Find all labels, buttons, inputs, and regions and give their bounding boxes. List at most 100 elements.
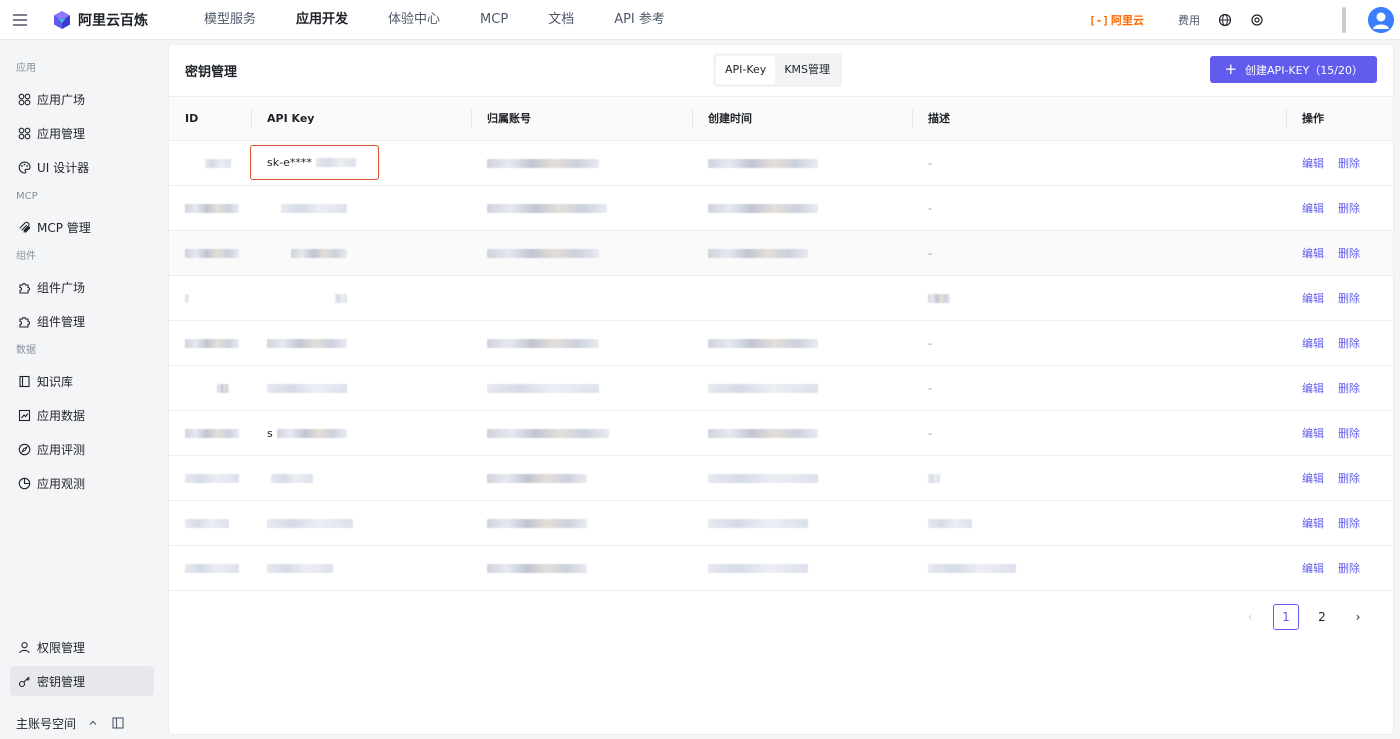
user-avatar[interactable] [1368, 7, 1394, 33]
cell-created [692, 321, 912, 366]
nav-experience-center[interactable]: 体验中心 [368, 0, 460, 40]
cell-api-key [251, 186, 471, 231]
cell-id [169, 186, 251, 231]
create-api-key-button[interactable]: + 创建API-KEY（15/20） [1210, 56, 1377, 83]
redacted-value [487, 563, 587, 573]
sidebar-item-app-eval[interactable]: 应用评测 [10, 434, 154, 464]
tab-api-key[interactable]: API-Key [716, 56, 776, 84]
nav-mcp[interactable]: MCP [460, 0, 528, 40]
redacted-value [267, 563, 333, 573]
edit-link[interactable]: 编辑 [1302, 335, 1324, 351]
fee-link[interactable]: 费用 [1178, 12, 1200, 28]
globe-icon[interactable] [1218, 13, 1232, 27]
delete-link[interactable]: 删除 [1338, 200, 1360, 216]
edit-link[interactable]: 编辑 [1302, 560, 1324, 576]
redacted-value [708, 428, 818, 438]
cell-created [692, 276, 912, 321]
tab-kms[interactable]: KMS管理 [775, 56, 839, 84]
page-1-button[interactable]: 1 [1273, 604, 1299, 630]
menu-icon[interactable] [0, 0, 40, 40]
delete-link[interactable]: 删除 [1338, 335, 1360, 351]
brand[interactable]: 阿里云百炼 [52, 10, 148, 30]
sidebar-item-ui-designer[interactable]: UI 设计器 [10, 152, 154, 182]
redacted-value [487, 248, 599, 258]
cell-account [471, 366, 692, 411]
edit-link[interactable]: 编辑 [1302, 245, 1324, 261]
sidebar-item-app-observe[interactable]: 应用观测 [10, 468, 154, 498]
edit-link[interactable]: 编辑 [1302, 155, 1324, 171]
cell-created [692, 141, 912, 186]
edit-link[interactable]: 编辑 [1302, 470, 1324, 486]
redacted-value [928, 293, 950, 303]
edit-link[interactable]: 编辑 [1302, 290, 1324, 306]
delete-link[interactable]: 删除 [1338, 470, 1360, 486]
delete-link[interactable]: 删除 [1338, 155, 1360, 171]
redacted-value [291, 248, 347, 258]
page-2-button[interactable]: 2 [1309, 604, 1335, 630]
cell-id [169, 321, 251, 366]
sidebar-collapse-icon[interactable] [112, 717, 124, 729]
redacted-value [487, 203, 607, 213]
nav-api-reference[interactable]: API 参考 [594, 0, 685, 40]
app-manage-icon [18, 127, 31, 139]
sidebar-item-comp-plaza[interactable]: 组件广场 [10, 272, 154, 302]
main-header: 密钥管理 API-Key KMS管理 + 创建API-KEY（15/20） [169, 45, 1393, 97]
col-desc: 描述 [912, 97, 1286, 141]
table-row: - 编辑 删除 [169, 366, 1393, 411]
prev-page-button[interactable]: ‹ [1237, 604, 1263, 630]
delete-link[interactable]: 删除 [1338, 290, 1360, 306]
delete-link[interactable]: 删除 [1338, 245, 1360, 261]
nav-app-dev[interactable]: 应用开发 [276, 0, 368, 40]
delete-link[interactable]: 删除 [1338, 425, 1360, 441]
delete-link[interactable]: 删除 [1338, 380, 1360, 396]
sidebar-item-app-plaza[interactable]: 应用广场 [10, 84, 154, 114]
cell-account [471, 231, 692, 276]
cell-id [169, 501, 251, 546]
redacted-value [487, 338, 599, 348]
sidebar-item-key-manage[interactable]: 密钥管理 [10, 666, 154, 696]
cell-id [169, 546, 251, 591]
nav-docs[interactable]: 文档 [528, 0, 594, 40]
workspace-name: 主账号空间 [16, 716, 77, 731]
redacted-value [205, 158, 231, 168]
sidebar-group-data: 数据 [16, 345, 36, 356]
page-title: 密钥管理 [185, 65, 238, 80]
api-key-highlight[interactable]: sk-e**** [250, 144, 379, 180]
cell-desc: - [928, 336, 932, 350]
sidebar-item-permission[interactable]: 权限管理 [10, 632, 154, 662]
delete-link[interactable]: 删除 [1338, 515, 1360, 531]
redacted-value [487, 383, 599, 393]
sidebar-item-app-manage[interactable]: 应用管理 [10, 118, 154, 148]
cell-account [471, 546, 692, 591]
aliyun-logo[interactable]: [-] 阿里云 [1089, 12, 1144, 28]
scrollbar-thumb[interactable] [1342, 7, 1346, 33]
puzzle-icon [19, 316, 30, 328]
edit-link[interactable]: 编辑 [1302, 425, 1324, 441]
col-api-key: API Key [251, 97, 471, 141]
sidebar-item-mcp-manage[interactable]: MCP 管理 [10, 212, 154, 242]
edit-link[interactable]: 编辑 [1302, 515, 1324, 531]
redacted-value [276, 428, 347, 438]
chevron-up-icon[interactable] [88, 718, 98, 728]
delete-link[interactable]: 删除 [1338, 560, 1360, 576]
redacted-value [185, 428, 239, 438]
settings-icon[interactable] [1250, 13, 1264, 27]
sidebar-item-knowledge[interactable]: 知识库 [10, 366, 154, 396]
cell-actions: 编辑 删除 [1286, 276, 1393, 321]
edit-link[interactable]: 编辑 [1302, 200, 1324, 216]
col-id: ID [185, 111, 199, 125]
sidebar-item-app-data[interactable]: 应用数据 [10, 400, 154, 430]
aliyun-logo-mark: [-] [1089, 13, 1109, 27]
nav-model-service[interactable]: 模型服务 [184, 0, 276, 40]
next-page-button[interactable]: › [1345, 604, 1371, 630]
cell-account [471, 411, 692, 456]
edit-link[interactable]: 编辑 [1302, 380, 1324, 396]
redacted-value [487, 473, 587, 483]
redacted-value [487, 518, 587, 528]
workspace-switcher[interactable]: 主账号空间 [0, 707, 166, 739]
cell-actions: 编辑 删除 [1286, 411, 1393, 456]
redacted-value [185, 563, 239, 573]
sidebar-item-comp-manage[interactable]: 组件管理 [10, 306, 154, 336]
redacted-value [928, 563, 1016, 573]
redacted-value [928, 518, 972, 528]
